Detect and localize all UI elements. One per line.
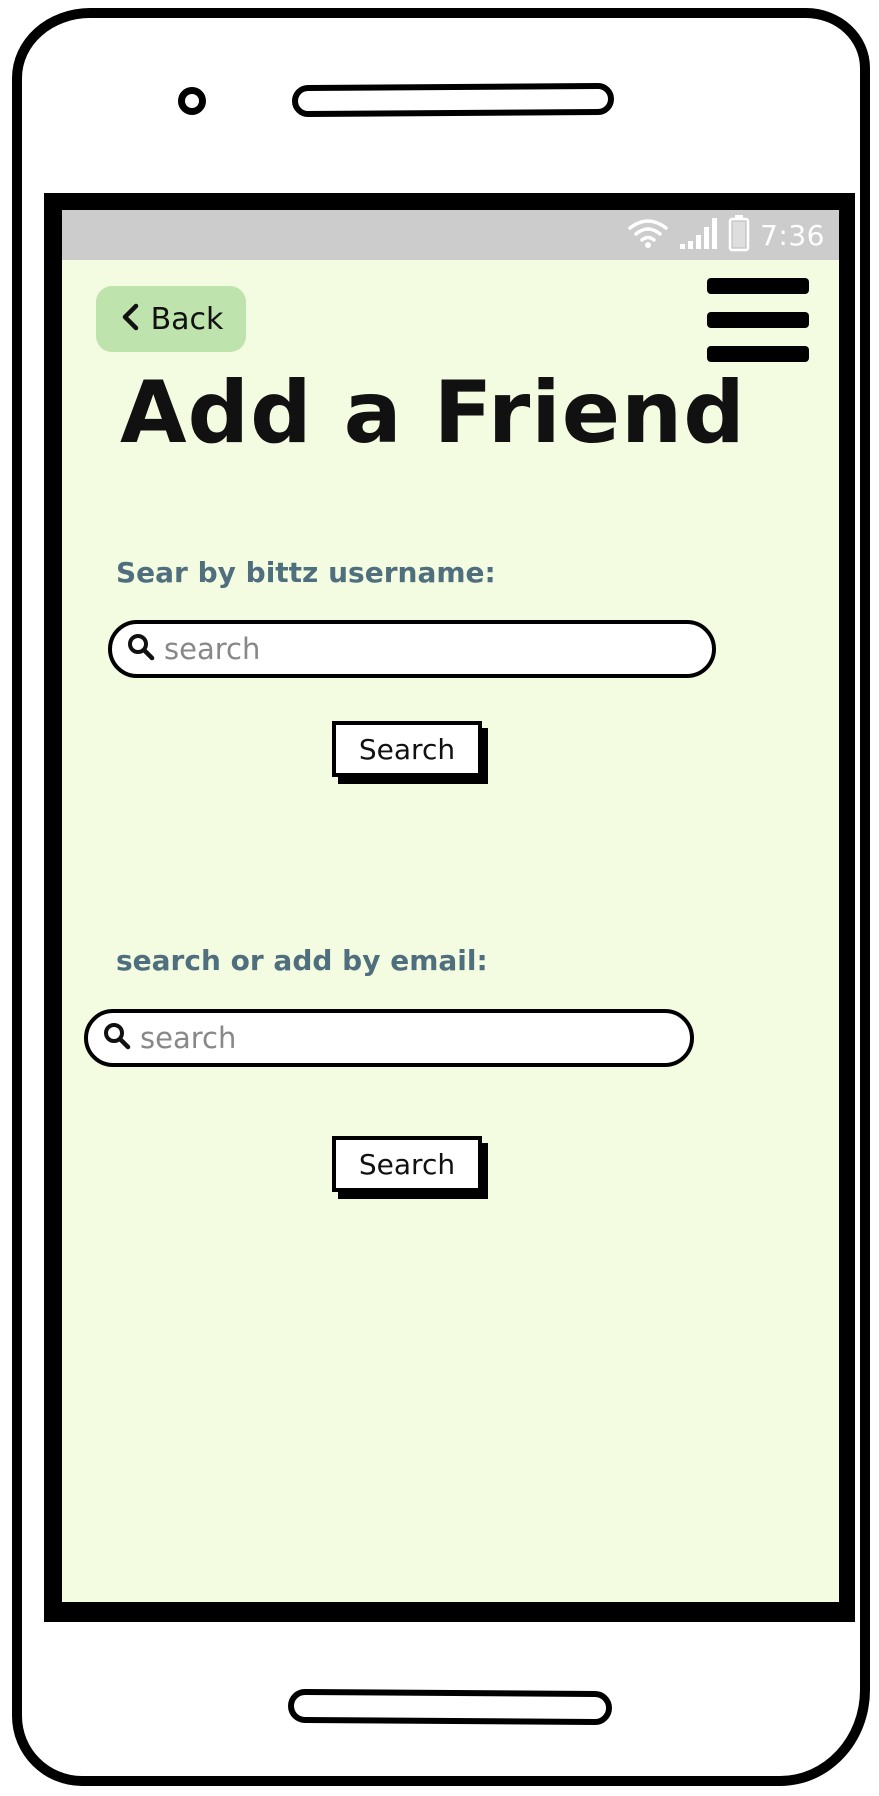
- menu-bar-top: [707, 278, 809, 294]
- page-title: Add a Friend: [120, 363, 746, 463]
- search-icon: [126, 632, 156, 667]
- battery-icon: [728, 214, 750, 257]
- wifi-icon: [628, 217, 668, 254]
- signal-icon: [678, 216, 718, 255]
- email-search-button-label: Search: [332, 1136, 482, 1192]
- camera-icon: [178, 87, 206, 115]
- email-search-label: search or add by email:: [116, 944, 488, 977]
- username-search-input[interactable]: [164, 632, 633, 666]
- username-search-button-label: Search: [332, 721, 482, 777]
- chevron-left-icon: [119, 302, 141, 337]
- menu-bar-middle: [707, 312, 809, 328]
- back-button-label: Back: [150, 301, 224, 337]
- home-button[interactable]: [287, 1688, 613, 1726]
- username-search-label: Sear by bittz username:: [116, 556, 496, 589]
- email-search-input[interactable]: [140, 1021, 611, 1055]
- email-search-field[interactable]: [84, 1009, 694, 1067]
- menu-bar-bottom: [707, 346, 809, 362]
- username-search-field[interactable]: [108, 620, 716, 678]
- username-search-button[interactable]: Search: [332, 721, 488, 784]
- status-bar: 7:36: [62, 210, 839, 260]
- hamburger-menu-icon[interactable]: [707, 278, 811, 364]
- search-icon: [102, 1021, 132, 1056]
- email-search-button[interactable]: Search: [332, 1136, 488, 1199]
- status-icons: 7:36: [628, 214, 825, 257]
- speaker-grille: [291, 82, 615, 118]
- back-button[interactable]: Back: [96, 286, 246, 352]
- status-time: 7:36: [760, 218, 825, 252]
- app-screen: 7:36 Back Add a Friend Sear by bittz use…: [62, 210, 839, 1602]
